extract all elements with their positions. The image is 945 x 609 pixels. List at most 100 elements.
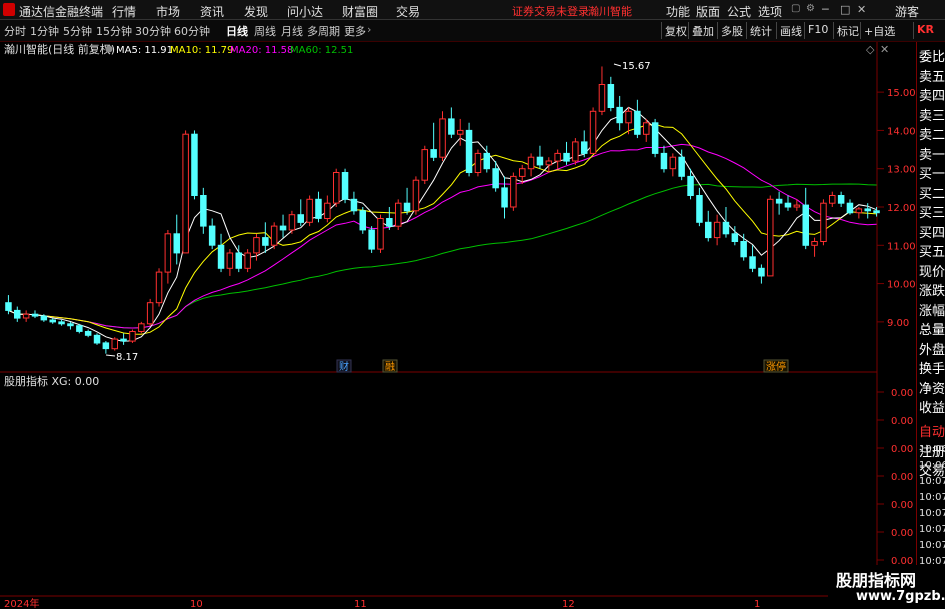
price-tick-label: 12.00 — [887, 203, 916, 214]
date-label-2024: 2024年 — [4, 597, 39, 609]
sub-tick-label: 0.00 — [891, 444, 913, 455]
candle — [581, 130, 588, 158]
rp-time: 10:06 — [919, 460, 945, 471]
window-min-icon[interactable]: ─ — [822, 3, 829, 16]
rp-jingzi: 净资 — [919, 381, 945, 397]
tf-5min[interactable]: 5分钟 — [63, 23, 92, 39]
toolbar-tongji[interactable]: 统计 — [746, 22, 775, 39]
tf-1min[interactable]: 1分钟 — [30, 23, 59, 39]
menu-item-xuanxiang[interactable]: 选项 — [758, 3, 782, 20]
menu-item-faxian[interactable]: 发现 — [244, 3, 268, 20]
candle — [802, 187, 809, 250]
menu-bar: 通达信金融终端 行情 市场 资讯 发现 问小达 财富圈 交易 证券交易未登录 瀚… — [0, 0, 945, 20]
menu-item-jiaoyi[interactable]: 交易 — [396, 3, 420, 20]
menu-item-zixun[interactable]: 资讯 — [200, 3, 224, 20]
candle — [146, 298, 154, 326]
event-marker-cai[interactable]: 财 — [339, 360, 349, 373]
event-marker-rong[interactable]: 融 — [385, 361, 395, 373]
tf-fenshi[interactable]: 分时 — [4, 23, 26, 39]
price-tick-label: 11.00 — [887, 241, 916, 252]
toolbar-kr[interactable]: KR — [913, 22, 937, 39]
toolbar-zixuan[interactable]: +自选 — [860, 22, 898, 39]
rp-weibi: 委比 — [919, 50, 945, 65]
rp-buy2: 买二 — [919, 186, 945, 202]
toolbar-diejia[interactable]: 叠加 — [688, 22, 717, 39]
chart-expand-icon[interactable]: ◇ — [866, 43, 875, 56]
event-marker-zhangting[interactable]: 涨停 — [766, 360, 786, 373]
candle — [412, 176, 420, 215]
toolbar-huaxian[interactable]: 画线 — [776, 22, 805, 39]
menu-item-wenxiaoda[interactable]: 问小达 — [287, 3, 323, 20]
menu-item-shichang[interactable]: 市场 — [156, 3, 180, 20]
tf-daily[interactable]: 日线 — [226, 23, 248, 39]
login-notice[interactable]: 证券交易未登录 — [512, 3, 589, 19]
chart-close-icon[interactable]: ✕ — [880, 43, 889, 56]
menu-item-caifuquan[interactable]: 财富圈 — [342, 3, 378, 20]
chevron-right-icon[interactable]: › — [367, 23, 371, 36]
toolbar-fuquan[interactable]: 复权 — [661, 22, 690, 39]
candle — [182, 130, 189, 254]
tf-weekly[interactable]: 周线 — [254, 23, 276, 39]
candle — [217, 233, 225, 273]
candle — [31, 310, 39, 319]
tf-30min[interactable]: 30分钟 — [135, 23, 171, 39]
candle — [208, 218, 216, 250]
toolbar-biaoji[interactable]: 标记 — [833, 22, 862, 39]
candle — [563, 141, 570, 165]
candle — [270, 222, 278, 250]
candle — [395, 199, 402, 230]
candle — [350, 191, 358, 215]
ma60-label: MA60: 12.51 — [290, 45, 353, 56]
candle — [333, 168, 340, 207]
candle — [262, 222, 269, 253]
guest-label[interactable]: 游客 — [895, 3, 919, 20]
kline-chart[interactable]: 15.0014.0013.0012.0011.0010.009.000.000.… — [0, 42, 916, 609]
menu-item-hangqing[interactable]: 行情 — [112, 3, 136, 20]
rp-time: 10:07 — [919, 508, 945, 519]
candle — [279, 214, 287, 238]
candle — [324, 195, 331, 223]
candle — [589, 107, 597, 154]
tf-15min[interactable]: 15分钟 — [96, 23, 132, 39]
quote-panel: 委比 卖五 卖四 卖三 卖二 卖一 买一 买二 买三 买四 买五 现价 涨跌 涨… — [916, 42, 945, 609]
candle — [811, 237, 818, 257]
candle — [616, 95, 623, 131]
tf-monthly[interactable]: 月线 — [281, 23, 303, 39]
candle — [138, 321, 145, 334]
rp-huanshou: 换手 — [919, 362, 945, 377]
app-title: 通达信金融终端 — [19, 5, 104, 19]
tf-more[interactable]: 更多 — [344, 23, 366, 39]
candle — [775, 191, 783, 215]
candle — [67, 321, 74, 330]
candle — [58, 319, 65, 326]
candle — [297, 199, 304, 227]
candle — [306, 195, 313, 227]
settings-icon[interactable]: ⚙ — [806, 3, 815, 14]
menu-item-gongneng[interactable]: 功能 — [666, 3, 690, 20]
window-close-icon[interactable]: ✕ — [857, 3, 866, 16]
candle — [111, 337, 118, 351]
price-axis: 15.00 14.00 13.00 12.00 11.00 10.00 9.00 0.00 0.… — [887, 88, 916, 567]
candle — [403, 187, 411, 215]
menu-item-banmian[interactable]: 版面 — [696, 3, 720, 20]
candle — [448, 107, 455, 139]
toolbar-f10[interactable]: F10 — [804, 22, 831, 39]
chart-settings-icon[interactable] — [105, 45, 113, 53]
window-restore-icon[interactable]: □ — [840, 3, 850, 16]
timeframe-bar: 分时 1分钟 5分钟 15分钟 30分钟 60分钟 日线 周线 月线 多周期 更… — [0, 20, 945, 42]
toolbar-duogu[interactable]: 多股 — [717, 22, 746, 39]
minimize-icon[interactable]: ▢ — [791, 3, 800, 14]
app-logo-icon — [3, 3, 15, 16]
rp-sell1: 卖一 — [919, 147, 945, 163]
candle — [129, 329, 136, 343]
candle — [421, 145, 428, 185]
price-tick-label: 13.00 — [887, 165, 916, 176]
candle — [545, 157, 553, 173]
rp-buy3: 买三 — [919, 206, 945, 221]
tf-60min[interactable]: 60分钟 — [174, 23, 210, 39]
rp-auto[interactable]: 自动 — [919, 421, 945, 440]
tf-multi[interactable]: 多周期 — [307, 23, 340, 39]
menu-item-gongshi[interactable]: 公式 — [727, 3, 751, 20]
candle — [855, 207, 863, 219]
candle — [705, 210, 712, 242]
